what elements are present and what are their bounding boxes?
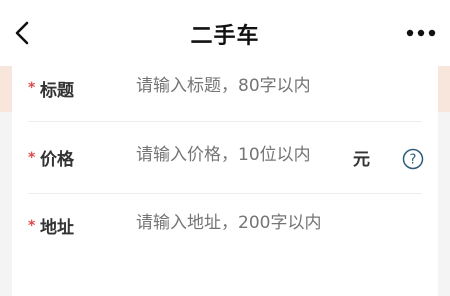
address-input[interactable] — [136, 213, 396, 233]
price-field-row: * 价格 元 ? — [28, 122, 424, 194]
required-marker: * — [28, 150, 36, 166]
price-unit: 元 — [353, 150, 370, 170]
more-dots-icon[interactable] — [406, 24, 436, 42]
price-field-label: 价格 — [40, 150, 74, 170]
title-input[interactable] — [136, 76, 396, 96]
title-field-row: * 标题 — [28, 66, 422, 122]
svg-text:?: ? — [410, 153, 417, 168]
top-nav-bar: 二手车 — [0, 0, 450, 66]
form-card: * 标题 * 价格 元 ? * 地址 — [12, 66, 438, 296]
price-input[interactable] — [136, 145, 356, 165]
address-field-label: 地址 — [40, 218, 74, 238]
required-marker: * — [28, 80, 36, 96]
page-title: 二手车 — [190, 24, 260, 49]
address-field-row: * 地址 — [28, 194, 422, 258]
title-field-label: 标题 — [40, 81, 74, 101]
required-marker: * — [28, 218, 36, 234]
question-circle-icon[interactable]: ? — [402, 148, 424, 170]
